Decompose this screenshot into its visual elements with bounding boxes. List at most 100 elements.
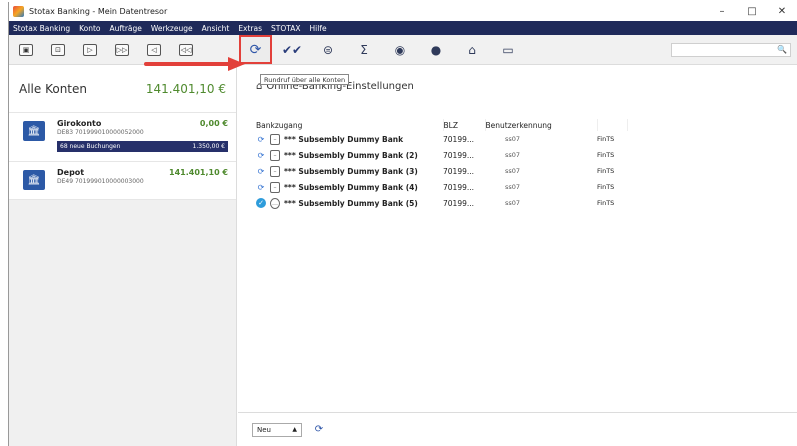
sync-icon: ⟳ [257,182,265,192]
toolbar-left-group: ▣ ⊡ ▷ ▷▷ ◁ ◁◁ [9,43,237,56]
user-cell: ss07 [505,183,521,191]
menu-ansicht[interactable]: Ansicht [202,24,230,33]
check-all-button[interactable]: ✔✔ [278,36,306,64]
bank-icon: 🏛 [23,170,45,190]
inbox-button[interactable]: ▭ [494,36,522,64]
last-button[interactable]: ▷▷ [115,43,129,56]
maximize-button[interactable]: □ [737,2,767,21]
bank-gear-icon: ⌂ [468,42,476,57]
previous-button[interactable]: ◁ [147,43,161,56]
next-button[interactable]: ▷ [83,43,97,56]
accounts-panel: Alle Konten 141.401,10 € 🏛 Girokonto 0,0… [9,65,237,446]
sync-icon: ⟳ [314,424,324,435]
app-window: Stotax Banking - Mein Datentresor – □ ✕ … [8,2,797,446]
bank-name: *** Subsembly Dummy Bank (2) [284,150,418,160]
main-panel: Rundruf über alle Konten ⌂ Online-Bankin… [238,65,797,446]
column-header-protocol[interactable] [597,119,628,131]
app-logo-icon [13,6,24,17]
column-header-bankzugang[interactable]: Bankzugang [256,119,444,131]
bank-cell: ✓ … *** Subsembly Dummy Bank (5) [256,195,443,211]
search-icon: 🔍 [777,45,787,54]
toolbar-right-group: ⟳ ✔✔ ⊜ Σ ◉ ● ⌂ ▭ 🔍 [237,35,797,64]
bank-access-table: Bankzugang BLZ Benutzerkennung ⟳ – *** S… [256,119,628,211]
bank-settings-button[interactable]: ⌂ [458,36,486,64]
new-bookings-amount: 1.350,00 € [192,143,225,150]
user-cell: ss07 [505,151,521,159]
accounts-total: 141.401,10 € [145,81,226,96]
refresh-button[interactable]: ⟳ [312,423,326,437]
account-body: Depot 141.401,10 € DE49 7019990100000030… [57,168,228,190]
accounts-header[interactable]: Alle Konten 141.401,10 € [9,65,236,113]
message-icon: … [270,197,280,209]
column-header-blz[interactable]: BLZ [443,119,486,131]
close-button[interactable]: ✕ [767,2,797,21]
blz-cell: 70199... [443,166,475,176]
bank-icon: ⊜ [322,42,334,57]
menu-hilfe[interactable]: Hilfe [310,24,327,33]
account-iban: DE49 701999010000003000 [57,178,144,185]
sigma-icon: Σ [360,42,368,57]
new-dropdown-value: Neu [257,425,271,434]
blz-cell: 70199... [443,182,475,192]
minimize-button[interactable]: – [707,2,737,21]
bank-name: *** Subsembly Dummy Bank (3) [284,166,418,176]
account-name: Depot [57,168,85,177]
user-button[interactable]: ● [422,36,450,64]
table-row[interactable]: ✓ … *** Subsembly Dummy Bank (5) 70199..… [256,195,627,211]
user-cell: ss07 [505,199,521,207]
toolbar: ▣ ⊡ ▷ ▷▷ ◁ ◁◁ ⟳ ✔✔ ⊜ Σ ◉ ● ⌂ ▭ 🔍 [9,35,797,65]
collapse-button[interactable]: ▣ [19,43,33,56]
search-input[interactable]: 🔍 [671,42,791,57]
menu-konto[interactable]: Konto [79,24,100,33]
menu-extras[interactable]: Extras [238,24,262,33]
account-item-depot[interactable]: 🏛 Depot 141.401,10 € DE49 70199901000000… [9,162,236,194]
document-icon: – [270,181,280,193]
menu-bar: Stotax Banking Konto Aufträge Werkzeuge … [9,21,797,35]
document-icon: – [270,133,280,145]
account-iban: DE83 701999010000052000 [57,129,144,136]
document-icon: – [270,165,280,177]
menu-stotax[interactable]: STOTAX [271,24,301,33]
new-bookings-label: 68 neue Buchungen [60,143,121,150]
account-item-girokonto[interactable]: 🏛 Girokonto 0,00 € DE83 7019990100000520… [9,113,236,156]
window-title: Stotax Banking - Mein Datentresor [29,7,168,16]
table-row[interactable]: ⟳ – *** Subsembly Dummy Bank 70199... ss… [256,131,627,147]
expand-button[interactable]: ⊡ [51,43,65,56]
sum-button[interactable]: Σ [350,36,378,64]
account-name: Girokonto [57,119,102,128]
accounts-title: Alle Konten [19,81,87,96]
table-header-row: Bankzugang BLZ Benutzerkennung [256,119,628,131]
user-cell: ss07 [505,167,521,175]
dropdown-arrow-icon: ▲ [292,426,297,433]
bank-name: *** Subsembly Dummy Bank (4) [284,182,418,192]
bank-name: *** Subsembly Dummy Bank [284,134,404,144]
document-icon: – [270,149,280,161]
protocol-cell: FinTS [597,183,615,191]
new-dropdown[interactable]: Neu ▲ [252,422,302,437]
sync-icon: ⟳ [257,166,265,176]
table-row[interactable]: ⟳ – *** Subsembly Dummy Bank (3) 70199..… [256,163,627,179]
divider [9,194,236,200]
table-row[interactable]: ⟳ – *** Subsembly Dummy Bank (2) 70199..… [256,147,627,163]
window-controls: – □ ✕ [707,2,797,21]
bank-cell: ⟳ – *** Subsembly Dummy Bank (3) [256,163,443,179]
account-body: Girokonto 0,00 € DE83 701999010000052000… [57,119,228,152]
menu-stotax-banking[interactable]: Stotax Banking [13,24,70,33]
new-bookings-bar[interactable]: 68 neue Buchungen 1.350,00 € [57,141,228,152]
bank-name: *** Subsembly Dummy Bank (5) [284,198,418,208]
menu-werkzeuge[interactable]: Werkzeuge [151,24,193,33]
contacts-button[interactable]: ◉ [386,36,414,64]
account-add-button[interactable]: ⊜ [314,36,342,64]
first-button[interactable]: ◁◁ [179,43,193,56]
account-amount: 141.401,10 € [169,168,228,177]
bank-icon: 🏛 [23,121,45,141]
user-icon: ● [430,42,442,57]
sync-tooltip: Rundruf über alle Konten [260,74,350,85]
table-row[interactable]: ⟳ – *** Subsembly Dummy Bank (4) 70199..… [256,179,627,195]
sync-icon: ⟳ [249,41,262,58]
sync-icon: ⟳ [257,150,265,160]
column-header-benutzerkennung[interactable]: Benutzerkennung [485,119,598,131]
menu-auftraege[interactable]: Aufträge [110,24,142,33]
inbox-icon: ▭ [502,42,514,57]
blz-cell: 70199... [443,150,475,160]
